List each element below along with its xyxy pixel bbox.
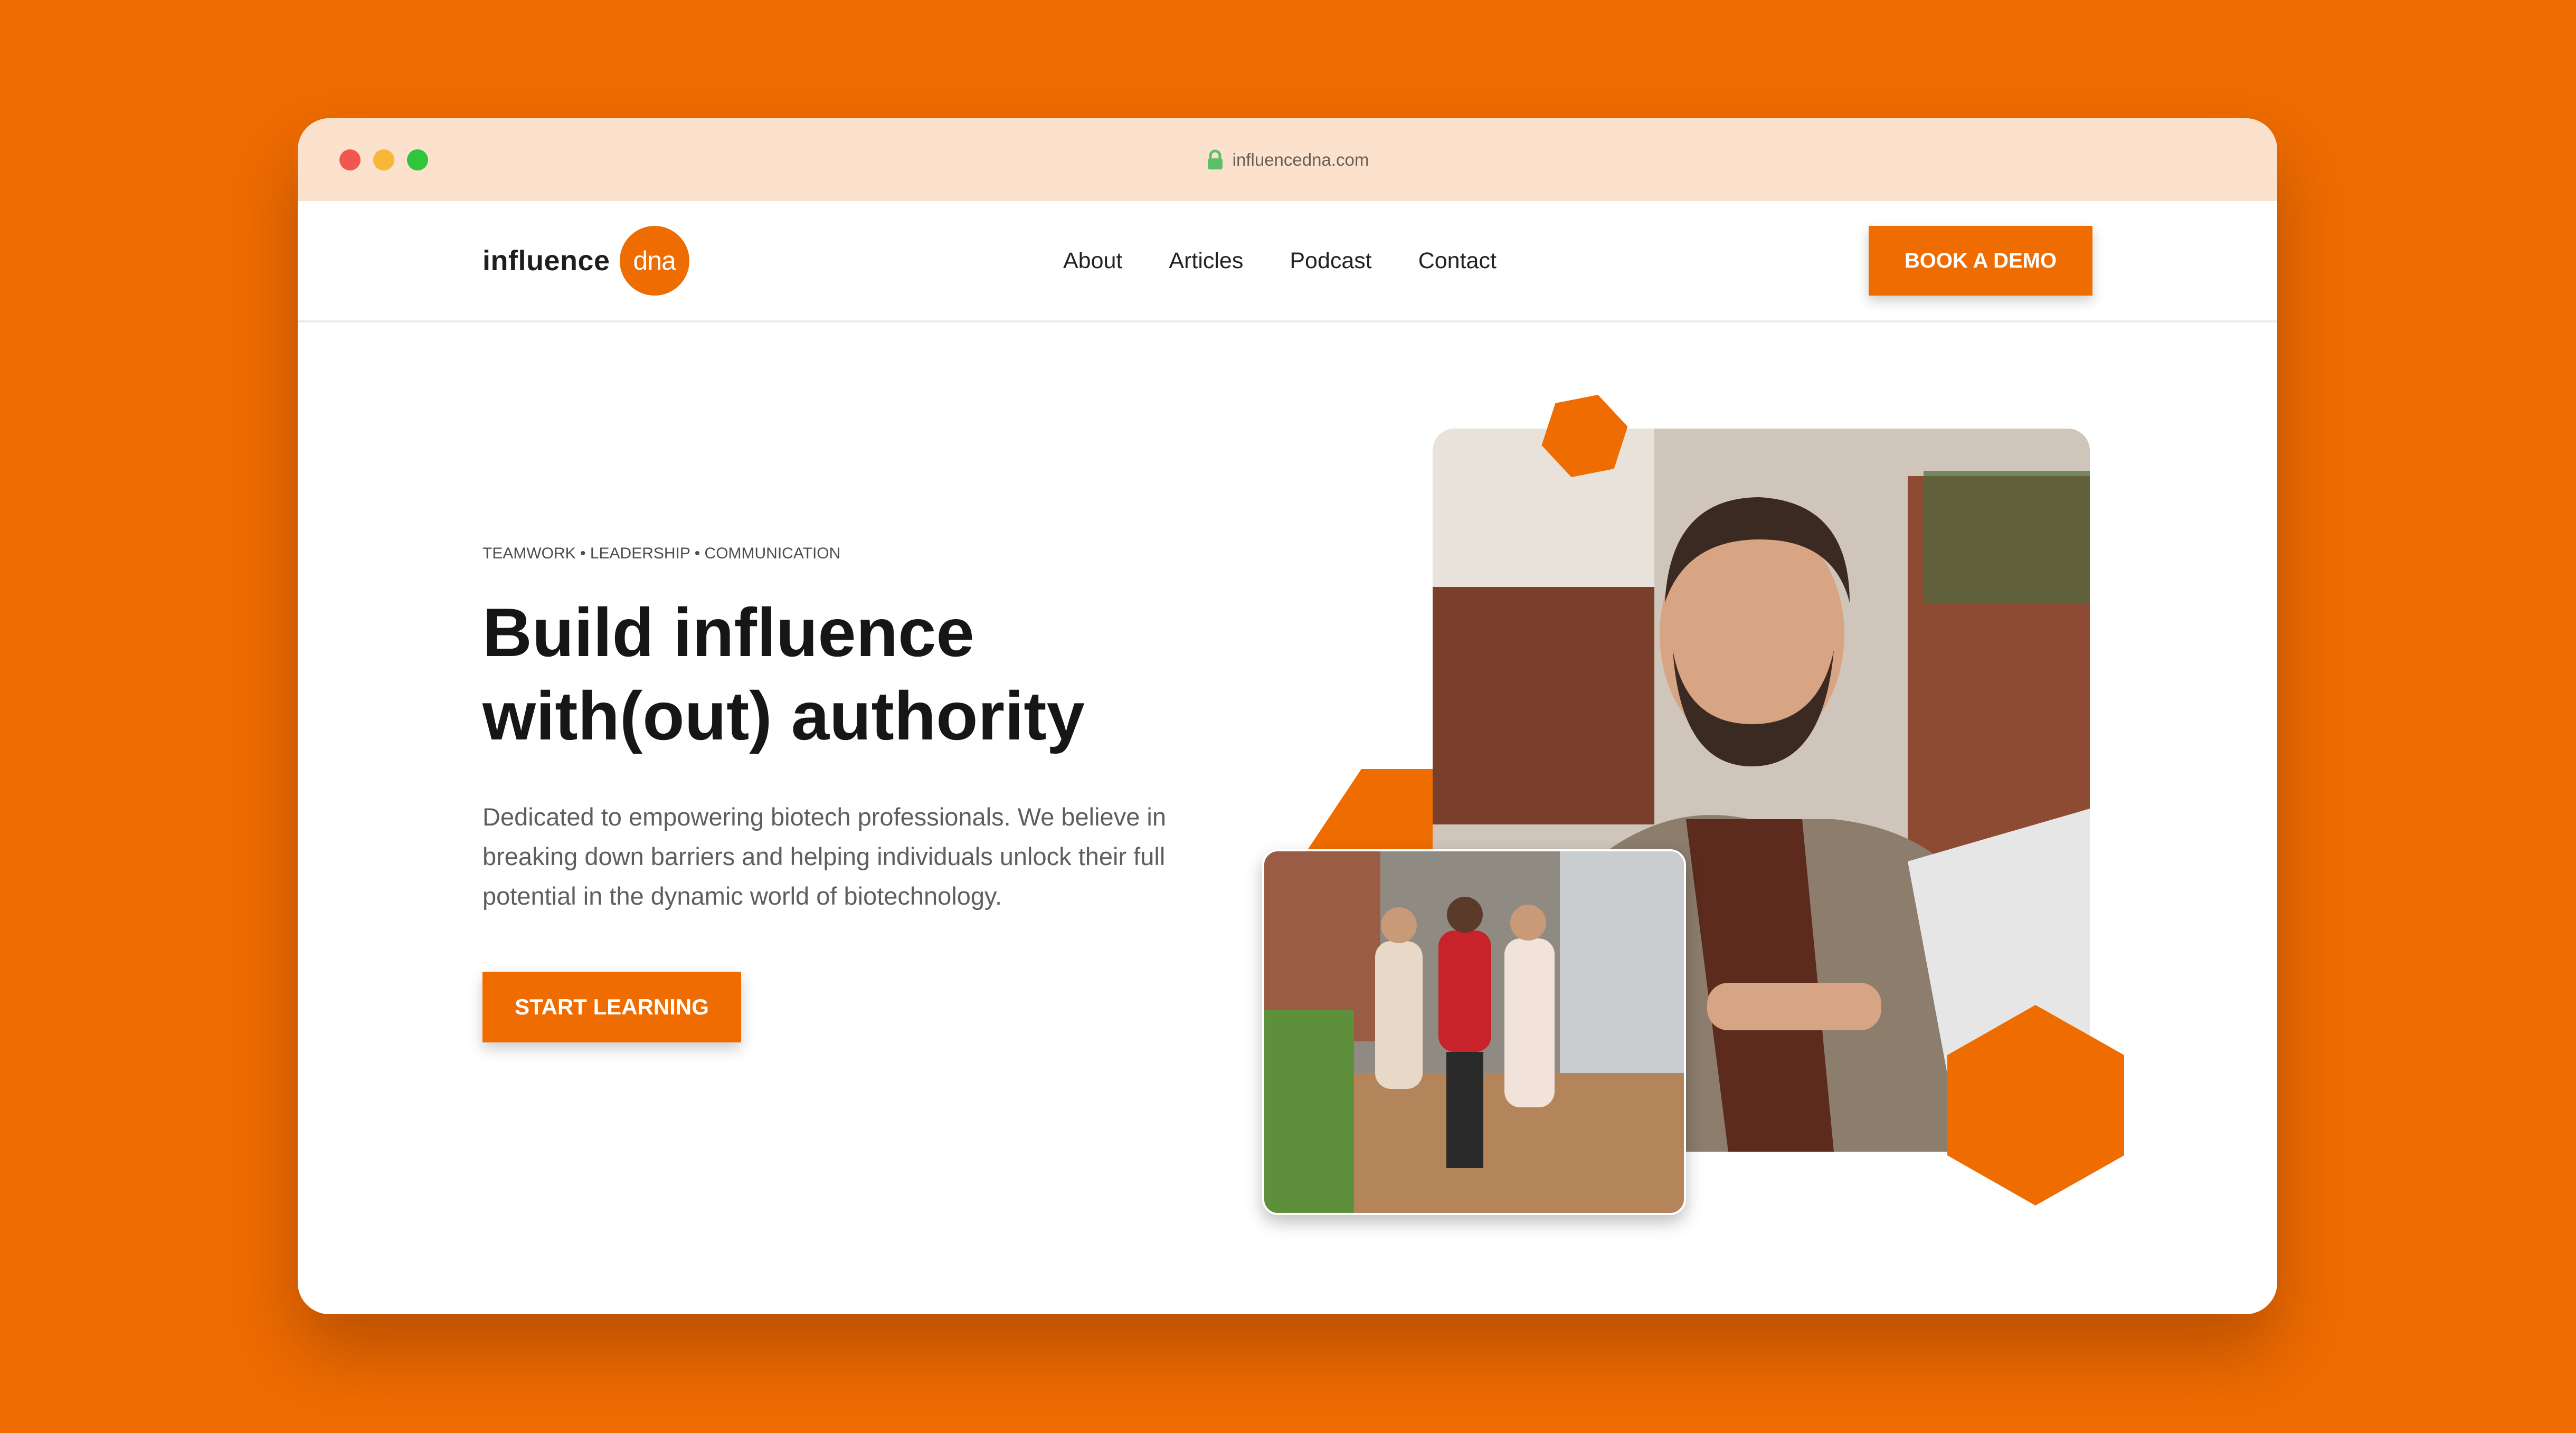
photo-walking-illustration [1264,851,1684,1213]
site-logo[interactable]: influence dna [482,201,689,320]
orange-hexagon-decoration-top [1541,395,1628,477]
hero-description: Dedicated to empowering biotech professi… [482,803,1166,910]
browser-titlebar: influencedna.com [298,118,2277,201]
nav-articles[interactable]: Articles [1169,248,1243,274]
url-text: influencedna.com [1232,149,1369,169]
hero-photo-women-walking [1262,849,1686,1215]
hero-headline: Build influence with(out) authority [482,591,1085,757]
logo-wordmark: influence [482,245,610,277]
logo-badge: dna [619,226,689,296]
nav-podcast[interactable]: Podcast [1290,248,1371,274]
hero-eyebrow: TEAMWORK • LEADERSHIP • COMMUNICATION [482,545,841,562]
hero-headline-line1: Build influence [482,594,974,671]
hero-headline-line2: with(out) authority [482,677,1085,754]
nav-contact[interactable]: Contact [1418,248,1497,274]
orange-hexagon-decoration-bottom [1947,1005,2124,1206]
address-bar[interactable]: influencedna.com [298,118,2277,201]
nav-about[interactable]: About [1063,248,1122,274]
start-learning-button[interactable]: START LEARNING [482,972,741,1042]
browser-window: influencedna.com influence dna About Art… [298,118,2277,1314]
logo-badge-text: dna [633,246,676,276]
book-demo-button[interactable]: BOOK A DEMO [1869,226,2092,296]
lock-icon [1207,149,1223,169]
main-nav: About Articles Podcast Contact [1063,201,1497,320]
